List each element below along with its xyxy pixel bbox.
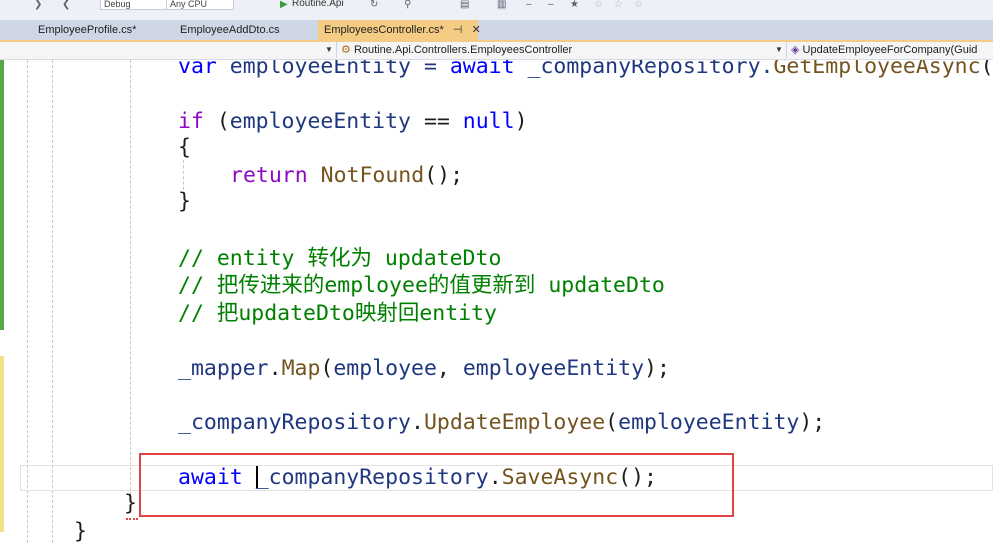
code-line: return NotFound();: [230, 163, 463, 189]
code-token: null: [462, 109, 515, 134]
error-squiggle: [126, 512, 138, 520]
member-dropdown[interactable]: ◈ UpdateEmployeeForCompany(Guid: [786, 42, 993, 58]
project-dropdown-arrow-icon[interactable]: ▼: [325, 42, 333, 58]
code-token: (: [203, 109, 230, 134]
uncomment-icon[interactable]: –: [548, 0, 554, 10]
navigate-back-icon[interactable]: ❯: [34, 0, 42, 10]
code-comment: // 把传进来的employee的值更新到 updateDto: [178, 273, 665, 298]
comment-icon[interactable]: –: [526, 0, 532, 10]
code-token: GetEmployeeAsync: [773, 60, 981, 79]
code-token: );: [799, 410, 826, 435]
document-tab-strip: EmployeeProfile.cs* EmployeeAddDto.cs Em…: [0, 20, 993, 40]
code-token: employeeEntity =: [216, 60, 450, 79]
code-token: await: [449, 60, 515, 79]
layout-icon[interactable]: ▥: [497, 0, 507, 10]
code-token: employee: [333, 356, 437, 381]
code-token: );: [644, 356, 670, 381]
code-token: (: [320, 356, 334, 381]
highlight-box: [139, 453, 734, 517]
navigate-forward-icon[interactable]: ❮: [62, 0, 70, 10]
pin-icon[interactable]: ⊣: [453, 24, 463, 36]
code-token: var: [178, 60, 217, 79]
navigation-bar: ▼ ⚙ Routine.Api.Controllers.EmployeesCon…: [0, 42, 993, 60]
class-icon: ⚙: [341, 44, 351, 56]
code-token: Map: [281, 356, 321, 381]
tab-employees-controller[interactable]: EmployeesController.cs* ⊣ ✕: [318, 20, 481, 40]
code-token: _companyRepository: [178, 410, 411, 435]
saved-change-marker: [0, 60, 4, 330]
code-token: .: [268, 356, 282, 381]
code-comment: // entity 转化为 updateDto: [178, 246, 502, 271]
code-line: {: [178, 135, 191, 160]
platform-dropdown[interactable]: Any CPU: [166, 0, 234, 10]
code-line: }: [178, 189, 191, 214]
unsaved-change-marker: [0, 356, 4, 532]
class-dropdown-arrow-icon[interactable]: ▼: [775, 42, 783, 58]
run-target-label[interactable]: Routine.Api: [292, 0, 344, 9]
code-token: employeeEntity: [462, 356, 645, 381]
indent-guide: [183, 160, 184, 190]
code-token: _companyRepository.: [514, 60, 774, 79]
code-comment: // 把updateDto映射回entity: [178, 301, 497, 326]
tab-label: EmployeeProfile.cs*: [38, 24, 137, 36]
code-token: ,: [436, 356, 463, 381]
method-icon: ◈: [791, 44, 800, 56]
tab-employee-add-dto[interactable]: EmployeeAddDto.cs: [174, 20, 286, 40]
code-line: if (employeeEntity == null): [178, 109, 528, 135]
code-token: ): [514, 109, 528, 134]
code-token: if: [178, 109, 204, 134]
refresh-icon[interactable]: ↻: [370, 0, 378, 10]
code-token: UpdateEmployee: [423, 410, 606, 435]
tab-label: EmployeeAddDto.cs: [180, 24, 280, 36]
code-token: (: [980, 60, 993, 79]
code-token: return: [230, 163, 308, 188]
tab-label: EmployeesController.cs*: [324, 24, 444, 36]
code-line: _companyRepository.UpdateEmployee(employ…: [178, 410, 825, 436]
config-dropdown[interactable]: Debug: [100, 0, 168, 10]
bookmark-clear-icon[interactable]: ☆: [634, 0, 643, 10]
code-token: NotFound: [320, 163, 425, 188]
code-token: ==: [411, 109, 463, 134]
bookmark-next-icon[interactable]: ☆: [614, 0, 623, 10]
code-token: employeeEntity: [618, 410, 800, 435]
close-icon[interactable]: ✕: [472, 24, 481, 36]
indent-guide: [130, 60, 131, 500]
code-token: .: [411, 410, 424, 435]
member-dropdown-label: UpdateEmployeeForCompany(Guid: [802, 44, 978, 56]
code-token: ();: [424, 163, 464, 188]
search-icon[interactable]: ⚲: [404, 0, 411, 10]
code-line: _mapper.Map(employee, employeeEntity);: [178, 356, 670, 382]
bookmark-icon[interactable]: ★: [570, 0, 579, 10]
code-line: }: [74, 519, 87, 543]
code-token: _mapper: [178, 356, 269, 381]
format-icon[interactable]: ▤: [460, 0, 469, 10]
tab-employee-profile[interactable]: EmployeeProfile.cs*: [32, 20, 142, 40]
class-dropdown-label: Routine.Api.Controllers.EmployeesControl…: [353, 44, 573, 56]
class-dropdown[interactable]: ⚙ Routine.Api.Controllers.EmployeesContr…: [336, 42, 786, 58]
toolbar: ❯ ❮ Debug Any CPU ▶ Routine.Api ↻ ⚲ ▤ ▥ …: [0, 0, 993, 21]
code-token: employeeEntity: [229, 109, 411, 134]
bookmark-prev-icon[interactable]: ☆: [594, 0, 603, 10]
run-icon[interactable]: ▶: [280, 0, 288, 10]
code-editor[interactable]: var employeeEntity = await _companyRepos…: [0, 60, 993, 543]
code-line: var employeeEntity = await _companyRepos…: [178, 60, 993, 80]
code-token: (: [605, 410, 619, 435]
